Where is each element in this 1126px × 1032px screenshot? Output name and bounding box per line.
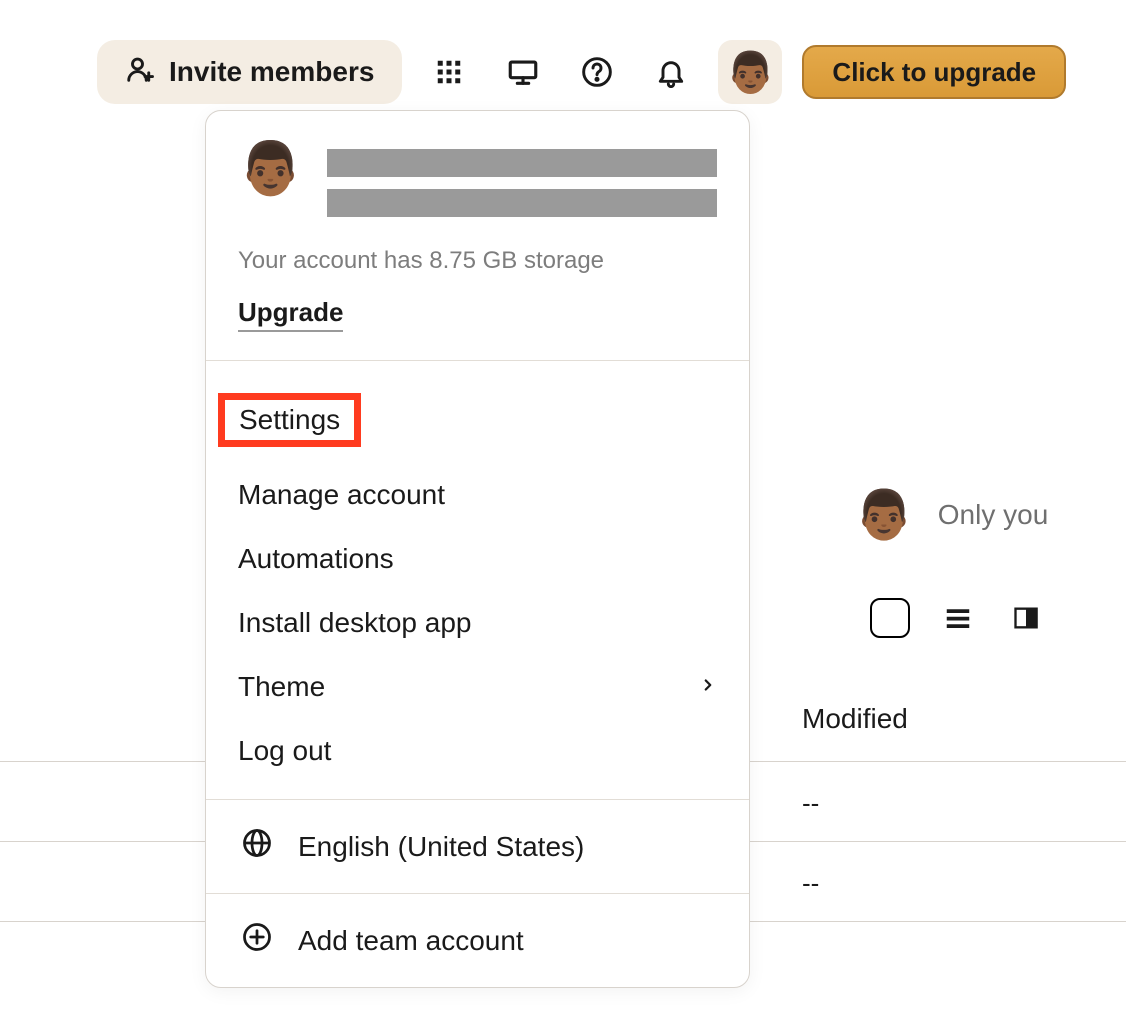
dropdown-avatar-icon: 👨🏾 (238, 143, 303, 195)
view-list-toggle[interactable] (938, 598, 978, 638)
menu-item-install-desktop-app[interactable]: Install desktop app (206, 591, 749, 655)
sharing-info: 👨🏾 Only you (854, 486, 1048, 543)
column-header-modified[interactable]: Modified (802, 703, 908, 735)
menu-item-label: Manage account (238, 479, 445, 511)
menu-item-label: Settings (218, 393, 361, 447)
menu-item-label: Theme (238, 671, 325, 703)
notifications-icon[interactable] (650, 51, 692, 93)
menu-item-automations[interactable]: Automations (206, 527, 749, 591)
apps-grid-icon[interactable] (428, 51, 470, 93)
plus-circle-icon (242, 922, 272, 959)
top-toolbar: Invite members 👨🏾 Click to upgrade (97, 40, 1066, 104)
menu-item-theme[interactable]: Theme (206, 655, 749, 719)
menu-item-manage-account[interactable]: Manage account (206, 463, 749, 527)
menu-item-add-team-account[interactable]: Add team account (206, 894, 749, 987)
table-cell-modified: -- (802, 868, 819, 899)
avatar-icon: 👨🏾 (726, 49, 776, 96)
sharing-text: Only you (938, 499, 1049, 531)
add-team-label: Add team account (298, 925, 524, 957)
presentation-icon[interactable] (502, 51, 544, 93)
view-grid-toggle[interactable] (870, 598, 910, 638)
account-avatar-button[interactable]: 👨🏾 (718, 40, 782, 104)
chevron-right-icon (699, 673, 717, 701)
menu-item-label: Log out (238, 735, 331, 767)
menu-item-language[interactable]: English (United States) (206, 800, 749, 893)
language-label: English (United States) (298, 831, 584, 863)
dropdown-header: 👨🏾 (206, 111, 749, 217)
globe-icon (242, 828, 272, 865)
click-to-upgrade-button[interactable]: Click to upgrade (802, 45, 1066, 99)
table-cell-modified: -- (802, 788, 819, 819)
menu-item-label: Install desktop app (238, 607, 472, 639)
menu-item-log-out[interactable]: Log out (206, 719, 749, 783)
menu-item-label: Automations (238, 543, 394, 575)
invite-members-label: Invite members (169, 56, 374, 88)
redacted-name (327, 149, 717, 177)
redacted-user-info (327, 143, 717, 217)
account-dropdown: 👨🏾 Your account has 8.75 GB storage Upgr… (205, 110, 750, 988)
dropdown-menu: Settings Manage account Automations Inst… (206, 361, 749, 799)
view-panel-toggle[interactable] (1006, 598, 1046, 638)
upgrade-link[interactable]: Upgrade (238, 297, 343, 332)
sharing-avatar-icon: 👨🏾 (854, 486, 914, 543)
redacted-email (327, 189, 717, 217)
view-toggles (870, 598, 1046, 638)
person-add-icon (125, 54, 155, 91)
upgrade-cta-label: Click to upgrade (832, 57, 1036, 88)
invite-members-button[interactable]: Invite members (97, 40, 402, 104)
storage-text: Your account has 8.75 GB storage (206, 217, 749, 275)
menu-item-settings[interactable]: Settings (206, 377, 749, 463)
help-icon[interactable] (576, 51, 618, 93)
